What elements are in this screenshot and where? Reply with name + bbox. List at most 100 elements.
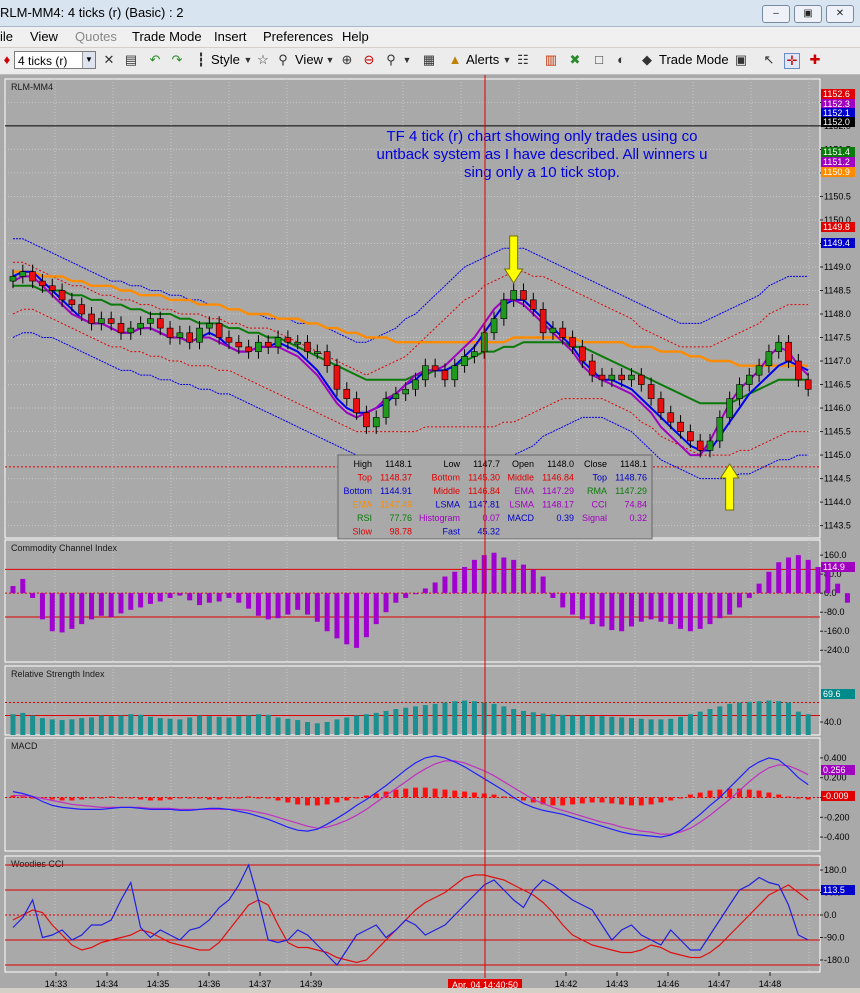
menu-file[interactable]: ile: [0, 29, 13, 44]
cursor-time-label: Apr. 04 14:40:50: [452, 980, 518, 988]
y-tick-label: -0.200: [824, 812, 850, 822]
cci-bar: [255, 593, 261, 616]
star-icon[interactable]: ☆: [256, 53, 270, 67]
close-button[interactable]: ✕: [826, 5, 854, 23]
tools-icon[interactable]: ✖: [568, 53, 582, 67]
data-window-value: 1148.37: [380, 473, 412, 483]
menu-trade-mode[interactable]: Trade Mode: [132, 29, 202, 44]
x-tick-label: 14:48: [759, 979, 782, 988]
price-tag-label: 0.256: [823, 765, 846, 775]
bell-icon[interactable]: ▲: [448, 53, 462, 67]
candle-body: [235, 341, 243, 348]
data-window-value: 1146.84: [542, 473, 574, 483]
macd-histogram-bar: [314, 797, 320, 806]
pin-icon[interactable]: ♦: [0, 53, 14, 67]
panel-title: Relative Strength Index: [11, 669, 105, 679]
cci-bar: [520, 564, 526, 594]
zoom-icon[interactable]: ⚲: [384, 53, 398, 67]
trade-mode-button[interactable]: Trade Mode: [659, 52, 729, 67]
cci-bar: [668, 593, 674, 625]
rsi-bar: [452, 701, 458, 735]
candle-body: [196, 327, 203, 343]
data-window-value: 1147.29: [542, 486, 574, 496]
cci-bar: [354, 593, 360, 648]
zoom-out-icon[interactable]: ⊖: [362, 53, 376, 67]
rsi-bar: [491, 703, 497, 735]
view-menu[interactable]: View: [295, 52, 323, 67]
monitor-icon[interactable]: ▣: [734, 53, 748, 67]
macd-histogram-bar: [59, 797, 65, 801]
restore-button[interactable]: ▣: [794, 5, 822, 23]
undo-icon[interactable]: ↶: [148, 53, 162, 67]
cci-bar: [579, 593, 585, 620]
candle-body: [225, 337, 233, 343]
rsi-bar: [717, 706, 723, 735]
y-tick-label: -0.400: [824, 832, 850, 842]
data-window-value: 1148.0: [547, 459, 574, 469]
alerts-menu[interactable]: Alerts: [466, 52, 499, 67]
macd-histogram-bar: [197, 797, 203, 799]
cci-bar: [648, 593, 654, 620]
color-icon[interactable]: ▥: [544, 53, 558, 67]
cci-bar: [540, 576, 546, 594]
cci-bar: [39, 593, 45, 620]
menu-help[interactable]: Help: [342, 29, 369, 44]
macd-histogram-bar: [678, 797, 684, 799]
page-icon[interactable]: □: [592, 53, 606, 67]
candle-body: [255, 341, 262, 352]
data-window-label: RSI: [357, 513, 372, 523]
print-icon[interactable]: ▦: [422, 53, 436, 67]
price-tag-label: 1152.0: [823, 117, 850, 127]
toolbar: ♦ 4 ticks (r) ▼ ✕ ▤ ↶ ↷ ┇ Style ▼ ☆ ⚲ Vi…: [0, 48, 860, 75]
macd-histogram-bar: [393, 789, 399, 798]
candle-body: [520, 290, 527, 301]
chevron-down-icon[interactable]: ▼: [323, 53, 337, 67]
chevron-down-icon[interactable]: ▼: [500, 53, 514, 67]
zoom-in-icon[interactable]: ⊕: [340, 53, 354, 67]
price-tag-label: 1150.9: [823, 167, 850, 177]
chevron-down-icon[interactable]: ▼: [82, 52, 95, 68]
chevron-down-icon[interactable]: ▼: [400, 53, 414, 67]
close-chart-icon[interactable]: ✕: [102, 53, 116, 67]
cci-bar: [687, 593, 693, 632]
rsi-bar: [805, 714, 811, 735]
menu-quotes[interactable]: Quotes: [75, 29, 117, 44]
menu-preferences[interactable]: Preferences: [263, 29, 333, 44]
cursor-cross-icon[interactable]: ✚: [808, 53, 822, 67]
cci-bar: [177, 593, 183, 596]
network-icon[interactable]: ☷: [516, 53, 530, 67]
minimize-button[interactable]: –: [762, 5, 790, 23]
crosshair-icon[interactable]: ✛: [784, 53, 800, 69]
y-tick-label: 1143.5: [824, 521, 851, 531]
refresh-icon[interactable]: ▤: [124, 53, 138, 67]
cci-bar: [786, 557, 792, 594]
candle-body: [333, 365, 341, 390]
data-window-value: 74.84: [624, 500, 647, 510]
interval-select[interactable]: 4 ticks (r) ▼: [14, 51, 96, 69]
redo-icon[interactable]: ↷: [170, 53, 184, 67]
cci-bar: [128, 593, 134, 610]
candle-body: [431, 365, 439, 371]
data-window-value: 1148.17: [542, 500, 574, 510]
chart-canvas[interactable]: RLM-MM4 1143.5 1144.0 1144.5 1145.0 1145.5 114…: [0, 75, 860, 990]
magnifier-icon[interactable]: ⚲: [276, 53, 290, 67]
style-menu[interactable]: Style: [211, 52, 240, 67]
menu-view[interactable]: View: [30, 29, 58, 44]
bar-style-icon[interactable]: ┇: [194, 53, 208, 67]
rsi-bar: [462, 700, 468, 735]
trade-mode-icon[interactable]: ◆: [640, 53, 654, 67]
y-tick-label: 0.0: [824, 910, 837, 920]
rsi-bar: [776, 701, 782, 735]
chevron-down-icon[interactable]: ▼: [241, 53, 255, 67]
candle-body: [402, 388, 409, 395]
macd-histogram-bar: [236, 797, 242, 799]
rsi-bar: [147, 716, 153, 735]
candle-body: [284, 337, 292, 343]
signal-icon[interactable]: ◐: [614, 53, 628, 67]
y-tick-label: -180.0: [824, 955, 850, 965]
menu-insert[interactable]: Insert: [214, 29, 247, 44]
pointer-icon[interactable]: ↖: [762, 53, 776, 67]
macd-histogram-bar: [206, 797, 212, 800]
rsi-bar: [138, 714, 144, 735]
y-tick-label: 1148.5: [824, 285, 851, 295]
